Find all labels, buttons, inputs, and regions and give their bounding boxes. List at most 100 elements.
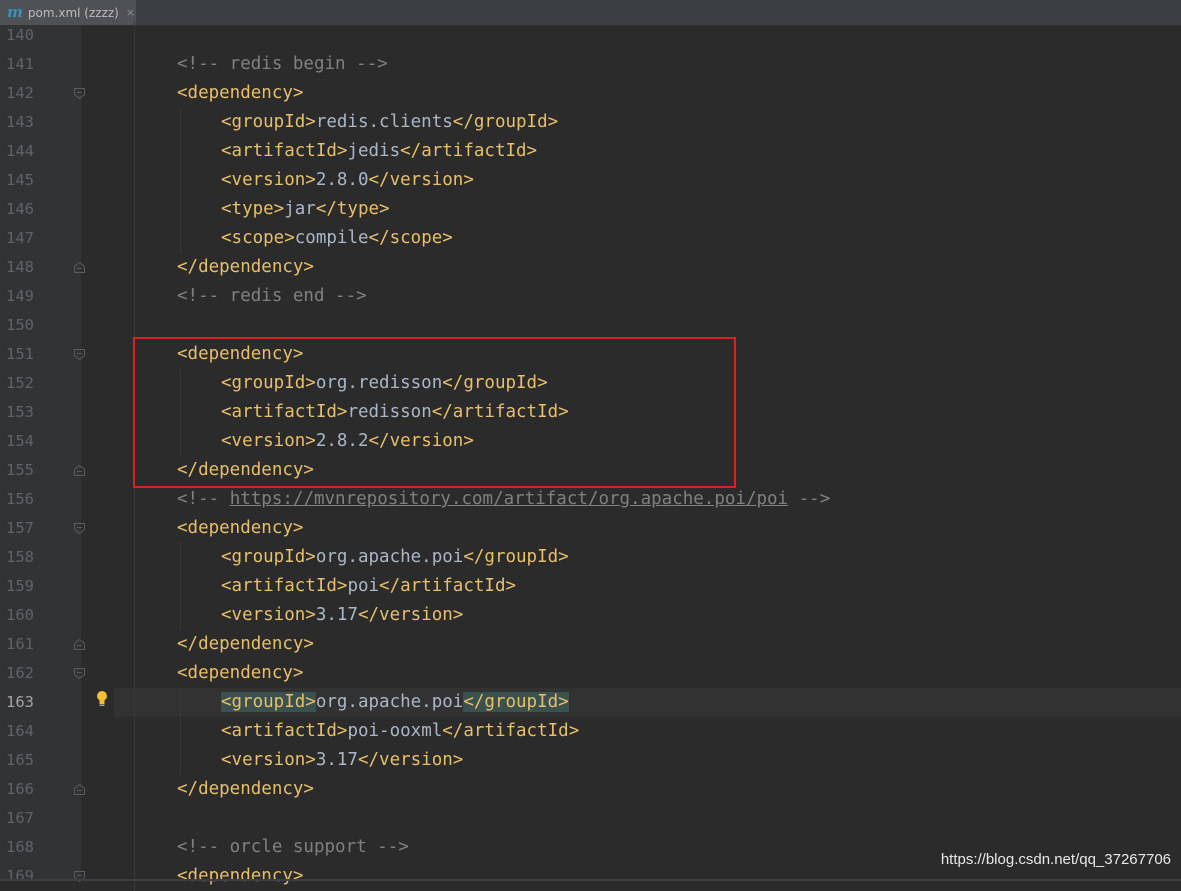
code-text[interactable]: <version>3.17</version>	[221, 746, 463, 775]
line-number: 151	[6, 345, 34, 363]
line-number: 157	[6, 519, 34, 537]
code-text[interactable]: </dependency>	[177, 775, 314, 804]
code-line[interactable]: 145 <version>2.8.0</version>	[0, 166, 1181, 195]
code-text[interactable]: <dependency>	[177, 514, 303, 543]
code-line[interactable]: 162 <dependency>	[0, 659, 1181, 688]
code-token: <version>	[221, 750, 316, 770]
code-line[interactable]: 160 <version>3.17</version>	[0, 601, 1181, 630]
code-token: -->	[788, 489, 831, 509]
code-token: </dependency>	[177, 779, 314, 799]
code-text[interactable]: <groupId>redis.clients</groupId>	[221, 108, 558, 137]
code-line[interactable]: 149 <!-- redis end -->	[0, 282, 1181, 311]
code-text[interactable]: <groupId>org.apache.poi</groupId>	[221, 688, 569, 717]
line-number: 152	[6, 374, 34, 392]
fold-start-icon[interactable]	[74, 523, 85, 534]
code-text[interactable]: <!-- redis begin -->	[177, 50, 388, 79]
code-token: </artifactId>	[442, 721, 580, 741]
code-line[interactable]: 164 <artifactId>poi-ooxml</artifactId>	[0, 717, 1181, 746]
fold-end-icon[interactable]	[74, 639, 85, 650]
fold-start-icon[interactable]	[74, 88, 85, 99]
code-token: <dependency>	[177, 663, 304, 683]
code-line[interactable]: 166 </dependency>	[0, 775, 1181, 804]
code-token: poi-ooxml	[347, 721, 443, 741]
code-line[interactable]: 141 <!-- redis begin -->	[0, 50, 1181, 79]
code-token: redis.clients	[315, 112, 453, 132]
code-line[interactable]: 143 <groupId>redis.clients</groupId>	[0, 108, 1181, 137]
line-number: 154	[6, 432, 34, 450]
code-line[interactable]: 159 <artifactId>poi</artifactId>	[0, 572, 1181, 601]
code-token: 3.17	[315, 750, 358, 770]
line-number: 143	[6, 113, 34, 131]
fold-end-icon[interactable]	[74, 465, 85, 476]
code-line[interactable]: 156 <!-- https://mvnrepository.com/artifa…	[0, 485, 1181, 514]
code-token: </version>	[357, 605, 464, 625]
code-text[interactable]: <dependency>	[177, 862, 303, 891]
line-number: 168	[6, 838, 34, 856]
code-text[interactable]: <scope>compile</scope>	[221, 224, 453, 253]
line-number: 166	[6, 780, 34, 798]
code-line[interactable]: 157 <dependency>	[0, 514, 1181, 543]
fold-end-icon[interactable]	[74, 784, 85, 795]
code-text[interactable]: <!-- orcle support -->	[177, 833, 409, 862]
code-token: </version>	[357, 750, 464, 770]
code-token: 2.8.0	[315, 170, 369, 190]
code-text[interactable]: <type>jar</type>	[221, 195, 390, 224]
maven-m-icon: m	[7, 3, 23, 21]
code-text[interactable]: <!-- redis end -->	[177, 282, 367, 311]
code-token: </type>	[315, 199, 390, 219]
line-number: 169	[6, 867, 34, 885]
line-number: 156	[6, 490, 34, 508]
code-link[interactable]: https://mvnrepository.com/artifact/org.a…	[230, 489, 788, 509]
line-number: 167	[6, 809, 34, 827]
line-number: 144	[6, 142, 34, 160]
line-number: 148	[6, 258, 34, 276]
code-token: </groupId>	[452, 112, 559, 132]
code-token: org.apache.poi	[315, 547, 464, 567]
code-line[interactable]: 150	[0, 311, 1181, 340]
code-line[interactable]: 148 </dependency>	[0, 253, 1181, 282]
close-icon[interactable]: ×	[126, 6, 135, 19]
code-token: </scope>	[368, 228, 453, 248]
code-text[interactable]: <artifactId>jedis</artifactId>	[221, 137, 537, 166]
code-line[interactable]: 147 <scope>compile</scope>	[0, 224, 1181, 253]
code-token: <!-- orcle support -->	[177, 837, 409, 857]
indent-guide	[180, 688, 181, 775]
code-text[interactable]: </dependency>	[177, 253, 314, 282]
code-line[interactable]: 165 <version>3.17</version>	[0, 746, 1181, 775]
code-text[interactable]: <artifactId>poi</artifactId>	[221, 572, 516, 601]
code-token: </artifactId>	[400, 141, 538, 161]
code-text[interactable]: <version>2.8.0</version>	[221, 166, 474, 195]
line-number: 146	[6, 200, 34, 218]
code-token: <version>	[221, 170, 316, 190]
code-token: </artifactId>	[379, 576, 517, 596]
code-text[interactable]: </dependency>	[177, 630, 314, 659]
fold-end-icon[interactable]	[74, 262, 85, 273]
code-token: <scope>	[221, 228, 295, 248]
code-text[interactable]: <version>3.17</version>	[221, 601, 463, 630]
code-text[interactable]: <!-- https://mvnrepository.com/artifact/…	[177, 485, 830, 514]
code-line[interactable]: 140	[0, 21, 1181, 50]
code-line[interactable]: 161 </dependency>	[0, 630, 1181, 659]
code-token: <artifactId>	[221, 576, 348, 596]
code-text[interactable]: <artifactId>poi-ooxml</artifactId>	[221, 717, 579, 746]
code-text[interactable]: <groupId>org.apache.poi</groupId>	[221, 543, 569, 572]
line-number: 165	[6, 751, 34, 769]
code-token: <version>	[221, 605, 316, 625]
line-number: 140	[6, 26, 34, 44]
code-token: <!-- redis begin -->	[177, 54, 388, 74]
code-text[interactable]: <dependency>	[177, 79, 303, 108]
fold-start-icon[interactable]	[74, 668, 85, 679]
line-number: 150	[6, 316, 34, 334]
code-line[interactable]: 163 <groupId>org.apache.poi</groupId>	[0, 688, 1181, 717]
code-token: <artifactId>	[221, 141, 348, 161]
code-line[interactable]: 146 <type>jar</type>	[0, 195, 1181, 224]
code-line[interactable]: 158 <groupId>org.apache.poi</groupId>	[0, 543, 1181, 572]
line-number: 142	[6, 84, 34, 102]
code-line[interactable]: 144 <artifactId>jedis</artifactId>	[0, 137, 1181, 166]
code-line[interactable]: 167	[0, 804, 1181, 833]
code-token: 3.17	[315, 605, 358, 625]
fold-start-icon[interactable]	[74, 349, 85, 360]
code-line[interactable]: 142 <dependency>	[0, 79, 1181, 108]
lightbulb-icon[interactable]	[95, 690, 109, 708]
code-text[interactable]: <dependency>	[177, 659, 303, 688]
